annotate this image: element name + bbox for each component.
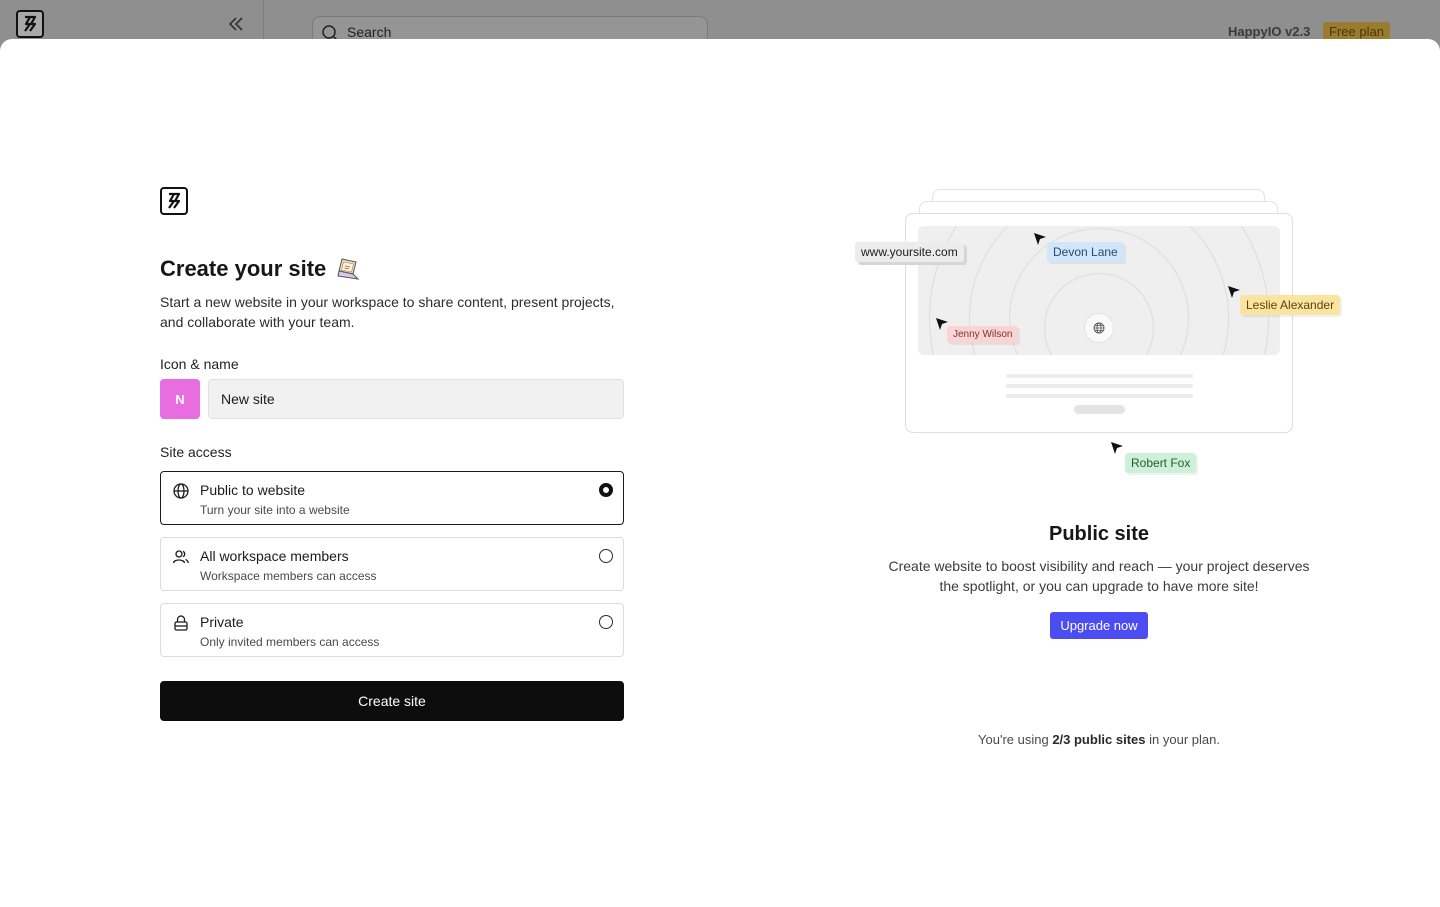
page-subtitle: Start a new website in your workspace to… xyxy=(160,294,615,330)
usage-count: 2/3 public sites xyxy=(1052,732,1146,747)
laptop-emoji-icon xyxy=(337,258,360,280)
site-name-input[interactable] xyxy=(208,379,624,419)
cursor-icon xyxy=(1228,286,1240,298)
app-logo-icon xyxy=(160,187,188,215)
app-version: HappyIO v2.3 xyxy=(1228,24,1311,39)
site-icon-picker[interactable]: N xyxy=(160,379,200,419)
users-icon xyxy=(172,550,189,564)
ring xyxy=(1009,228,1189,355)
radio-workspace[interactable] xyxy=(599,549,613,563)
collaborator-tag: Jenny Wilson xyxy=(947,326,1019,343)
placeholder-line xyxy=(1006,374,1193,378)
cursor-icon xyxy=(1034,233,1046,245)
collapse-sidebar-icon[interactable] xyxy=(226,14,246,34)
upgrade-button[interactable]: Upgrade now xyxy=(1050,612,1148,639)
stacked-card-middle xyxy=(919,201,1278,225)
ring xyxy=(929,226,1269,355)
placeholder-button xyxy=(1074,405,1125,414)
create-site-modal: Create your site Start a new website in … xyxy=(0,39,1440,907)
option-title: Public to website xyxy=(200,482,306,498)
placeholder-line xyxy=(1006,394,1193,398)
cursor-icon xyxy=(1111,442,1123,454)
promo-description: Create website to boost visibility and r… xyxy=(888,558,1310,594)
title-row: Create your site xyxy=(160,255,362,283)
icon-name-label: Icon & name xyxy=(160,356,239,372)
ring xyxy=(969,226,1229,355)
usage-prefix: You're using xyxy=(978,732,1053,747)
stacked-card-back xyxy=(932,189,1265,213)
collaborator-tag: Devon Lane xyxy=(1047,242,1124,262)
radio-public[interactable] xyxy=(599,483,613,497)
create-site-button[interactable]: Create site xyxy=(160,681,624,721)
app-logo-icon[interactable] xyxy=(16,10,44,38)
site-access-label: Site access xyxy=(160,444,232,460)
site-url-tag: www.yoursite.com xyxy=(855,242,964,262)
usage-suffix: in your plan. xyxy=(1145,732,1220,747)
access-option-workspace[interactable]: All workspace members Workspace members … xyxy=(160,537,624,591)
usage-text: You're using 2/3 public sites in your pl… xyxy=(880,732,1318,747)
option-title: Private xyxy=(200,614,244,630)
promo-title: Public site xyxy=(1048,523,1150,545)
page-title: Create your site xyxy=(160,256,327,281)
cursor-icon xyxy=(936,318,948,330)
placeholder-line xyxy=(1006,384,1193,388)
access-option-public[interactable]: Public to website Turn your site into a … xyxy=(160,471,624,525)
globe-icon xyxy=(1084,313,1114,343)
option-description: Workspace members can access xyxy=(200,569,377,583)
collaborator-tag: Robert Fox xyxy=(1125,453,1197,473)
option-description: Only invited members can access xyxy=(200,635,380,649)
globe-icon xyxy=(173,483,189,499)
site-preview-canvas xyxy=(918,226,1280,355)
collaborator-tag: Leslie Alexander xyxy=(1240,295,1341,315)
access-option-private[interactable]: Private Only invited members can access xyxy=(160,603,624,657)
option-description: Turn your site into a website xyxy=(200,503,350,517)
ring xyxy=(1044,273,1154,355)
search-placeholder: Search xyxy=(347,24,392,40)
option-title: All workspace members xyxy=(200,548,349,564)
sidebar-divider xyxy=(263,0,264,40)
site-preview-card xyxy=(905,213,1293,433)
radio-private[interactable] xyxy=(599,615,613,629)
lock-icon xyxy=(174,615,188,631)
